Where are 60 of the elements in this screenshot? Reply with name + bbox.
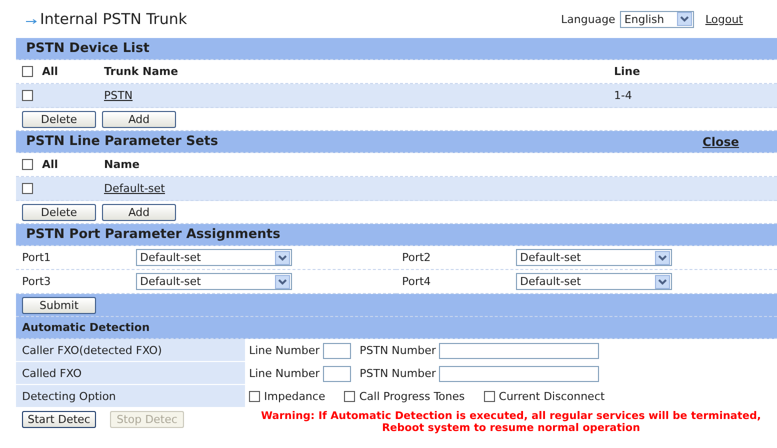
arrow-icon: [26, 19, 37, 24]
trunk-link[interactable]: PSTN: [104, 89, 133, 102]
checkbox[interactable]: [249, 391, 260, 402]
column-header: All: [42, 65, 58, 78]
port-label: Port3: [22, 275, 52, 288]
checkbox[interactable]: [22, 66, 33, 77]
parameter-set-select[interactable]: Default-set: [136, 249, 292, 266]
parameter-set-link[interactable]: Default-set: [104, 182, 165, 195]
submit-button[interactable]: Submit: [22, 296, 96, 314]
pstn-number-field[interactable]: [438, 342, 599, 358]
column-header: Trunk Name: [104, 65, 180, 78]
parameter-set-select[interactable]: Default-set: [516, 249, 672, 266]
parameter-set-select[interactable]: Default-set: [516, 273, 672, 290]
row-label: Called FXO: [22, 366, 82, 380]
option-label: Impedance: [264, 390, 326, 403]
row-label: Detecting Option: [22, 390, 116, 402]
row-label: Caller FXO(detected FXO): [22, 344, 162, 356]
column-header: Line: [614, 65, 642, 78]
checkbox[interactable]: [22, 183, 33, 194]
page-title: Internal PSTN Trunk: [40, 10, 188, 28]
dropdown-icon: [655, 274, 670, 288]
logout-link[interactable]: Logout: [705, 12, 743, 26]
line-number-field[interactable]: [322, 342, 351, 358]
dropdown-icon: [275, 250, 290, 264]
field-label: Line Number: [249, 367, 320, 380]
warning-text: Reboot system to resume normal operation: [382, 422, 640, 434]
dropdown-icon: [275, 274, 290, 288]
field-label: Line Number: [249, 344, 320, 357]
action-button[interactable]: Add: [102, 204, 176, 220]
section-title: PSTN Device List: [26, 41, 150, 56]
field-label: PSTN Number: [360, 367, 436, 380]
section-title: PSTN Line Parameter Sets: [26, 134, 218, 149]
action-button[interactable]: Delete: [22, 204, 96, 220]
pstn-number-field[interactable]: [438, 366, 599, 382]
checkbox[interactable]: [22, 90, 33, 101]
close-link[interactable]: Close: [702, 134, 739, 148]
port-label: Port2: [402, 251, 432, 264]
port-label: Port4: [402, 275, 432, 288]
dropdown-icon: [655, 250, 670, 264]
language-label: Language: [561, 12, 616, 26]
checkbox[interactable]: [344, 391, 356, 402]
column-header: Name: [104, 158, 141, 171]
column-header: All: [42, 158, 58, 171]
warning-text: Warning: If Automatic Detection is executed, all regular services will be terminated,: [260, 410, 762, 422]
action-button[interactable]: Delete: [22, 110, 96, 128]
option-label: Current Disconnect: [498, 390, 605, 403]
language-select[interactable]: English: [620, 10, 694, 28]
table-cell-text: 1-4: [614, 89, 633, 102]
checkbox[interactable]: [484, 391, 495, 402]
section-title: PSTN Port Parameter Assignments: [26, 227, 280, 242]
detection-button[interactable]: Start Detec: [22, 411, 96, 428]
action-button[interactable]: Add: [102, 110, 176, 128]
line-number-field[interactable]: [322, 366, 351, 382]
dropdown-icon: [677, 12, 692, 26]
option-label: Call Progress Tones: [359, 390, 465, 403]
field-label: PSTN Number: [360, 344, 436, 357]
parameter-set-select[interactable]: Default-set: [136, 273, 292, 290]
port-label: Port1: [22, 251, 52, 264]
section-title: Automatic Detection: [22, 321, 150, 334]
checkbox[interactable]: [22, 159, 33, 170]
